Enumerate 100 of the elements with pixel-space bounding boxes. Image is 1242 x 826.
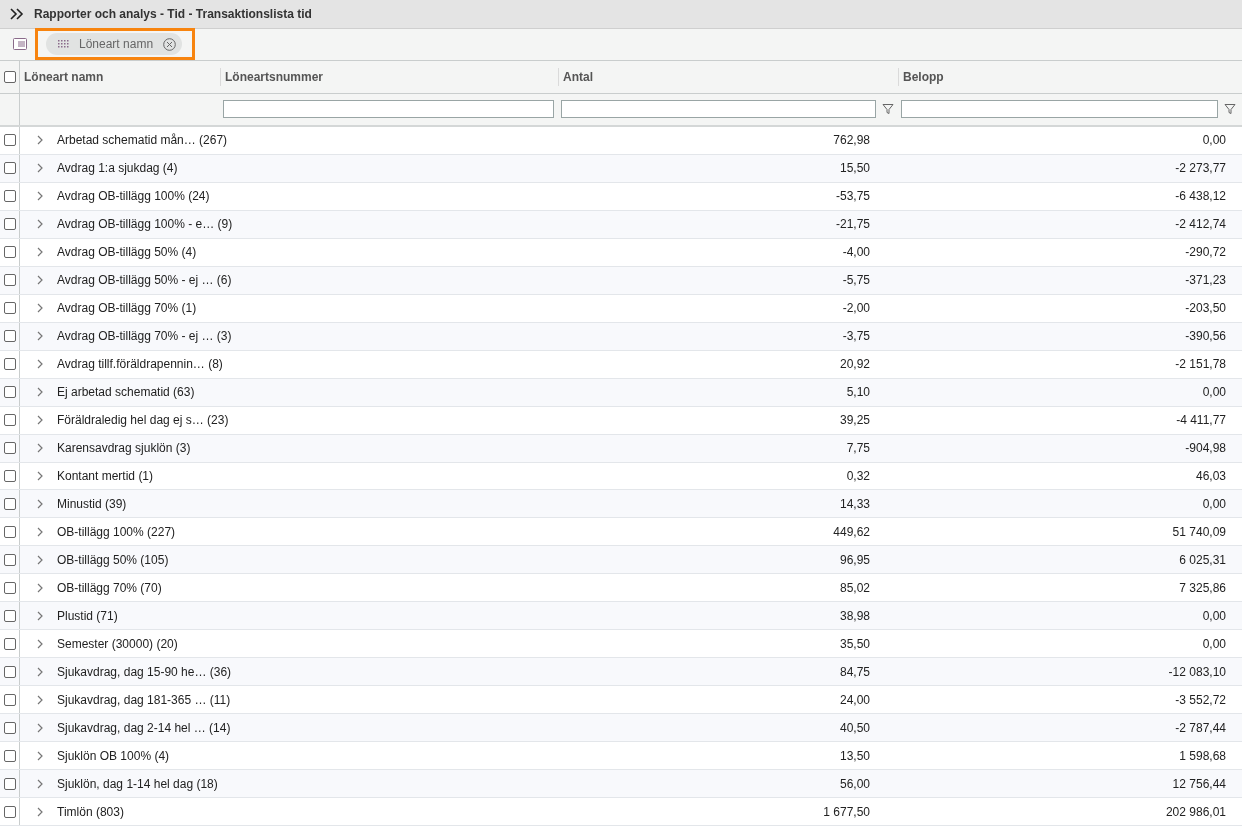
row-checkbox[interactable] <box>4 330 16 343</box>
row-checkbox[interactable] <box>4 553 16 566</box>
chevron-icon[interactable] <box>36 666 44 677</box>
remove-icon[interactable] <box>163 37 177 51</box>
row-checkbox[interactable] <box>4 190 16 203</box>
row-checkbox[interactable] <box>4 414 16 427</box>
select-all-checkbox[interactable] <box>4 70 16 83</box>
table-row[interactable]: Kontant mertid (1) 0,32 46,03 <box>0 462 1242 491</box>
drag-handle-icon[interactable] <box>58 39 69 49</box>
table-cell: Sjuklön, dag 1-14 hel dag (18) <box>57 776 218 791</box>
table-cell-text: 7,75 <box>845 441 871 455</box>
table-cell-text: -2 787,44 <box>1174 720 1227 735</box>
table-row[interactable]: Avdrag OB-tillägg 100% - e… (9) -21,75 -2 412,74 <box>0 210 1242 239</box>
table-row[interactable]: Avdrag OB-tillägg 70% - ej … (3) -3,75 -390,56 <box>0 322 1242 351</box>
filter-icon[interactable] <box>1224 103 1236 116</box>
row-checkbox[interactable] <box>4 637 16 650</box>
chevron-icon[interactable] <box>36 331 44 342</box>
row-checkbox[interactable] <box>4 442 16 454</box>
chevron-icon[interactable] <box>36 778 44 789</box>
row-checkbox[interactable] <box>4 274 16 287</box>
table-row[interactable]: Föräldraledig hel dag ej s… (23) 39,25 -4 411,77 <box>0 406 1242 435</box>
table-row[interactable]: Semester (30000) (20) 35,50 0,00 <box>0 630 1242 659</box>
group-panel-icon[interactable] <box>13 38 27 51</box>
chevron-icon[interactable] <box>36 275 44 286</box>
table-row[interactable]: Avdrag OB-tillägg 50% (4) -4,00 -290,72 <box>0 238 1242 267</box>
table-cell-text: 1 598,68 <box>1178 748 1227 763</box>
row-checkbox[interactable] <box>4 162 16 175</box>
column-header[interactable]: Antal <box>558 67 898 86</box>
chevron-icon[interactable] <box>36 694 44 705</box>
chevron-icon[interactable] <box>36 750 44 761</box>
table-row[interactable]: Ej arbetad schematid (63) 5,10 0,00 <box>0 378 1242 407</box>
column-header[interactable]: Löneartsnummer <box>220 67 558 86</box>
chevron-icon[interactable] <box>36 526 44 537</box>
row-checkbox[interactable] <box>4 721 16 734</box>
row-checkbox[interactable] <box>4 497 16 510</box>
chevron-icon[interactable] <box>36 135 44 146</box>
row-checkbox[interactable] <box>4 218 16 231</box>
table-row[interactable]: Avdrag OB-tillägg 100% (24) -53,75 -6 438,12 <box>0 182 1242 211</box>
table-row[interactable]: Timlön (803) 1 677,50 202 986,01 <box>0 798 1242 826</box>
row-checkbox[interactable] <box>4 302 16 315</box>
table-cell: Avdrag OB-tillägg 100% - e… (9) <box>57 217 233 232</box>
chevron-icon[interactable] <box>36 638 44 649</box>
table-row[interactable]: Arbetad schematid mån… (267) 762,98 0,00 <box>0 126 1242 155</box>
table-row[interactable]: OB-tillägg 50% (105) 96,95 6 025,31 <box>0 546 1242 575</box>
table-row[interactable]: Minustid (39) 14,33 0,00 <box>0 490 1242 519</box>
chevron-icon[interactable] <box>36 610 44 621</box>
table-row[interactable]: OB-tillägg 100% (227) 449,62 51 740,09 <box>0 518 1242 547</box>
table-row[interactable]: Avdrag OB-tillägg 70% (1) -2,00 -203,50 <box>0 294 1242 323</box>
chevron-icon[interactable] <box>36 443 44 453</box>
row-checkbox[interactable] <box>4 386 16 399</box>
table-cell: Sjukavdrag, dag 181-365 … (11) <box>57 692 231 707</box>
row-checkbox[interactable] <box>4 805 16 818</box>
chevron-icon[interactable] <box>36 303 44 314</box>
chevron-icon[interactable] <box>36 219 44 230</box>
table-row[interactable]: Sjukavdrag, dag 15-90 he… (36) 84,75 -12 083,10 <box>0 658 1242 687</box>
group-chip[interactable]: Löneart namn <box>46 33 183 56</box>
table-row[interactable]: Karensavdrag sjuklön (3) 7,75 -904,98 <box>0 434 1242 463</box>
table-cell-text: -2 412,74 <box>1174 217 1227 232</box>
filter-field[interactable] <box>901 100 1218 119</box>
row-checkbox[interactable] <box>4 470 16 482</box>
chevron-icon[interactable] <box>36 471 44 481</box>
chevron-icon[interactable] <box>36 247 44 258</box>
table-row[interactable]: Avdrag tillf.föräldrapennin… (8) 20,92 -2 151,78 <box>0 350 1242 379</box>
row-checkbox[interactable] <box>4 777 16 790</box>
table-row[interactable]: Sjuklön OB 100% (4) 13,50 1 598,68 <box>0 742 1242 771</box>
filter-field[interactable] <box>561 100 876 119</box>
chevron-icon[interactable] <box>36 722 44 733</box>
column-header[interactable]: Löneart namn <box>20 67 220 86</box>
chevron-icon[interactable] <box>36 554 44 565</box>
chevron-icon[interactable] <box>36 163 44 174</box>
row-checkbox[interactable] <box>4 665 16 678</box>
table-row[interactable]: OB-tillägg 70% (70) 85,02 7 325,86 <box>0 574 1242 603</box>
chevron-icon[interactable] <box>36 387 44 398</box>
row-checkbox[interactable] <box>4 693 16 706</box>
chevron-icon[interactable] <box>36 498 44 509</box>
filter-field[interactable] <box>223 100 554 119</box>
row-checkbox[interactable] <box>4 246 16 259</box>
table-cell-text: 39,25 <box>838 413 871 428</box>
chevron-icon[interactable] <box>36 359 44 370</box>
table-row[interactable]: Sjuklön, dag 1-14 hel dag (18) 56,00 12 756,44 <box>0 770 1242 799</box>
row-checkbox[interactable] <box>4 581 16 594</box>
expand-icon[interactable] <box>10 8 24 20</box>
table-row[interactable]: Sjukavdrag, dag 181-365 … (11) 24,00 -3 552,72 <box>0 686 1242 715</box>
table-row[interactable]: Avdrag OB-tillägg 50% - ej … (6) -5,75 -371,23 <box>0 266 1242 295</box>
filter-icon[interactable] <box>882 103 894 116</box>
chevron-icon[interactable] <box>36 806 44 817</box>
column-header[interactable]: Belopp <box>898 67 1240 86</box>
table-row[interactable]: Avdrag 1:a sjukdag (4) 15,50 -2 273,77 <box>0 154 1242 183</box>
table-cell: OB-tillägg 50% (105) <box>57 552 169 567</box>
chevron-icon[interactable] <box>36 415 44 426</box>
table-cell-text: 0,00 <box>1201 496 1227 511</box>
row-checkbox[interactable] <box>4 609 16 622</box>
row-checkbox[interactable] <box>4 358 16 371</box>
table-row[interactable]: Plustid (71) 38,98 0,00 <box>0 602 1242 631</box>
table-row[interactable]: Sjukavdrag, dag 2-14 hel … (14) 40,50 -2 787,44 <box>0 714 1242 743</box>
row-checkbox[interactable] <box>4 749 16 762</box>
row-checkbox[interactable] <box>4 134 16 147</box>
row-checkbox[interactable] <box>4 525 16 538</box>
chevron-icon[interactable] <box>36 582 44 593</box>
chevron-icon[interactable] <box>36 191 44 202</box>
